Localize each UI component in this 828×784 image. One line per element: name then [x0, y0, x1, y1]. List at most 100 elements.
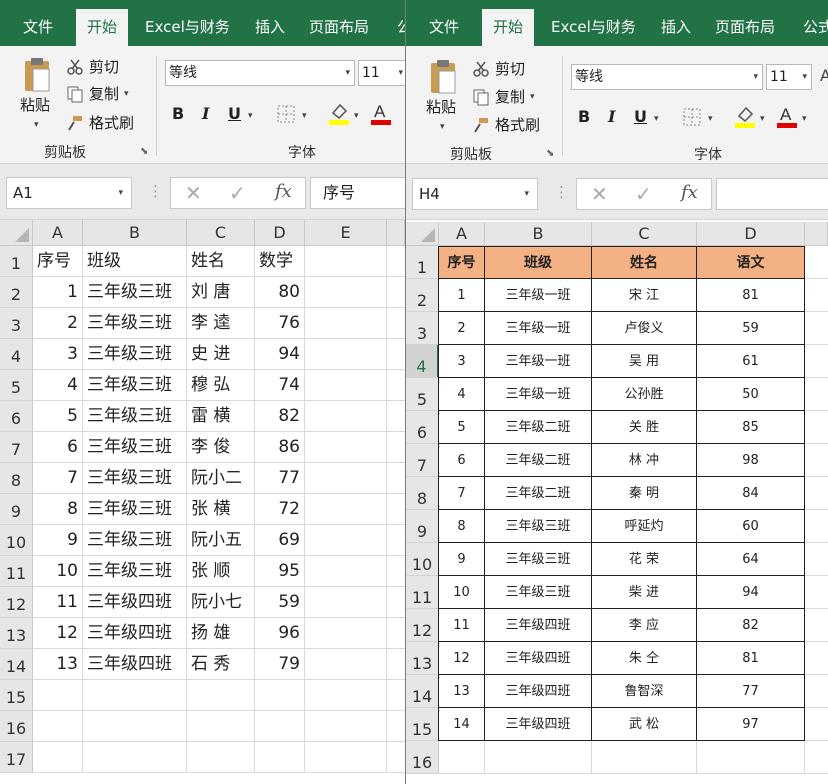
cell-C2[interactable]: 刘 唐: [187, 277, 255, 308]
cell-E12[interactable]: [305, 587, 387, 618]
row-header-2[interactable]: 2: [406, 279, 439, 312]
format-painter-button[interactable]: 格式刷: [66, 112, 134, 133]
cell-C17[interactable]: [187, 742, 255, 773]
row-header-2[interactable]: 2: [0, 277, 33, 308]
cell-filler[interactable]: [387, 277, 405, 308]
cell-filler[interactable]: [805, 543, 828, 576]
cell-A8[interactable]: 7: [33, 463, 83, 494]
cell-D9[interactable]: 60: [697, 510, 805, 543]
function-icon[interactable]: fx: [275, 181, 292, 202]
cell-A16[interactable]: [33, 711, 83, 742]
cell-D13[interactable]: 96: [255, 618, 305, 649]
font-color-icon[interactable]: A: [370, 101, 392, 125]
cell-filler[interactable]: [387, 680, 405, 711]
cell-C10[interactable]: 阮小五: [187, 525, 255, 556]
cell-B7[interactable]: 三年级三班: [83, 432, 187, 463]
underline-icon[interactable]: U: [228, 104, 241, 123]
cell-A2[interactable]: 1: [33, 277, 83, 308]
cell-D5[interactable]: 50: [697, 378, 805, 411]
row-header-7[interactable]: 7: [406, 444, 439, 477]
cell-filler[interactable]: [387, 494, 405, 525]
tab-5[interactable]: 公式: [792, 9, 828, 46]
cell-C12[interactable]: 阮小七: [187, 587, 255, 618]
row-header-16[interactable]: 16: [0, 711, 33, 742]
copy-button[interactable]: 复制 ▾: [66, 83, 129, 104]
cell-E13[interactable]: [305, 618, 387, 649]
cell-D17[interactable]: [255, 742, 305, 773]
cell-D1[interactable]: 语文: [697, 246, 805, 279]
cell-filler[interactable]: [805, 609, 828, 642]
font-size-select[interactable]: 11 ▾: [358, 60, 405, 86]
copy-button[interactable]: 复制 ▾: [472, 86, 535, 107]
borders-icon[interactable]: [276, 104, 296, 124]
cell-B14[interactable]: 三年级四班: [485, 675, 592, 708]
paste-button[interactable]: 粘贴: [426, 96, 456, 117]
cell-B9[interactable]: 三年级三班: [83, 494, 187, 525]
cell-C12[interactable]: 李 应: [592, 609, 697, 642]
cell-D6[interactable]: 82: [255, 401, 305, 432]
cell-A12[interactable]: 11: [438, 609, 485, 642]
row-header-10[interactable]: 10: [406, 543, 439, 576]
cell-E9[interactable]: [305, 494, 387, 525]
copy-dropdown[interactable]: ▾: [124, 89, 129, 99]
cut-button[interactable]: 剪切: [66, 56, 119, 77]
cell-A11[interactable]: 10: [33, 556, 83, 587]
cell-filler[interactable]: [387, 649, 405, 680]
tab-2[interactable]: Excel与财务: [540, 9, 647, 46]
cell-B4[interactable]: 三年级一班: [485, 345, 592, 378]
cell-E3[interactable]: [305, 308, 387, 339]
cell-filler[interactable]: [805, 576, 828, 609]
row-header-12[interactable]: 12: [0, 587, 33, 618]
cell-B15[interactable]: 三年级四班: [485, 708, 592, 741]
cell-D5[interactable]: 74: [255, 370, 305, 401]
row-header-15[interactable]: 15: [0, 680, 33, 711]
cell-filler[interactable]: [387, 711, 405, 742]
cell-C7[interactable]: 林 冲: [592, 444, 697, 477]
borders-icon[interactable]: [682, 107, 702, 127]
row-header-14[interactable]: 14: [406, 675, 439, 708]
font-name-select[interactable]: 等线 ▾: [571, 64, 763, 90]
cell-B2[interactable]: 三年级一班: [485, 279, 592, 312]
cell-B12[interactable]: 三年级四班: [83, 587, 187, 618]
cell-filler[interactable]: [387, 246, 405, 277]
borders-dropdown[interactable]: ▾: [708, 114, 713, 124]
clipboard-launcher-icon[interactable]: ⬊: [140, 146, 148, 157]
tab-0[interactable]: 文件: [418, 9, 470, 46]
cell-C13[interactable]: 朱 仝: [592, 642, 697, 675]
row-header-15[interactable]: 15: [406, 708, 439, 741]
cell-C7[interactable]: 李 俊: [187, 432, 255, 463]
cell-B14[interactable]: 三年级四班: [83, 649, 187, 680]
cell-A12[interactable]: 11: [33, 587, 83, 618]
paste-button[interactable]: 粘贴: [20, 94, 50, 115]
cell-C1[interactable]: 姓名: [187, 246, 255, 277]
column-header-C[interactable]: C: [187, 220, 255, 246]
cell-C6[interactable]: 雷 横: [187, 401, 255, 432]
cell-filler[interactable]: [805, 642, 828, 675]
cell-A7[interactable]: 6: [438, 444, 485, 477]
fill-color-icon[interactable]: [734, 104, 756, 128]
cell-B6[interactable]: 三年级二班: [485, 411, 592, 444]
cell-A4[interactable]: 3: [438, 345, 485, 378]
cell-filler[interactable]: [387, 432, 405, 463]
cell-C9[interactable]: 张 横: [187, 494, 255, 525]
cell-C4[interactable]: 史 进: [187, 339, 255, 370]
cell-C1[interactable]: 姓名: [592, 246, 697, 279]
formula-input[interactable]: 序号: [310, 177, 405, 209]
cell-D1[interactable]: 数学: [255, 246, 305, 277]
row-header-6[interactable]: 6: [0, 401, 33, 432]
cell-C5[interactable]: 穆 弘: [187, 370, 255, 401]
row-header-12[interactable]: 12: [406, 609, 439, 642]
row-header-5[interactable]: 5: [406, 378, 439, 411]
bold-icon[interactable]: B: [578, 107, 590, 126]
cell-D7[interactable]: 86: [255, 432, 305, 463]
column-header-A[interactable]: A: [33, 220, 83, 246]
cell-E6[interactable]: [305, 401, 387, 432]
cell-C16[interactable]: [592, 741, 697, 774]
cell-C9[interactable]: 呼延灼: [592, 510, 697, 543]
cell-filler[interactable]: [387, 525, 405, 556]
cell-A17[interactable]: [33, 742, 83, 773]
cell-A16[interactable]: [439, 741, 485, 774]
column-header-D[interactable]: D: [255, 220, 305, 246]
column-header-A[interactable]: A: [439, 222, 485, 246]
cell-filler[interactable]: [387, 339, 405, 370]
